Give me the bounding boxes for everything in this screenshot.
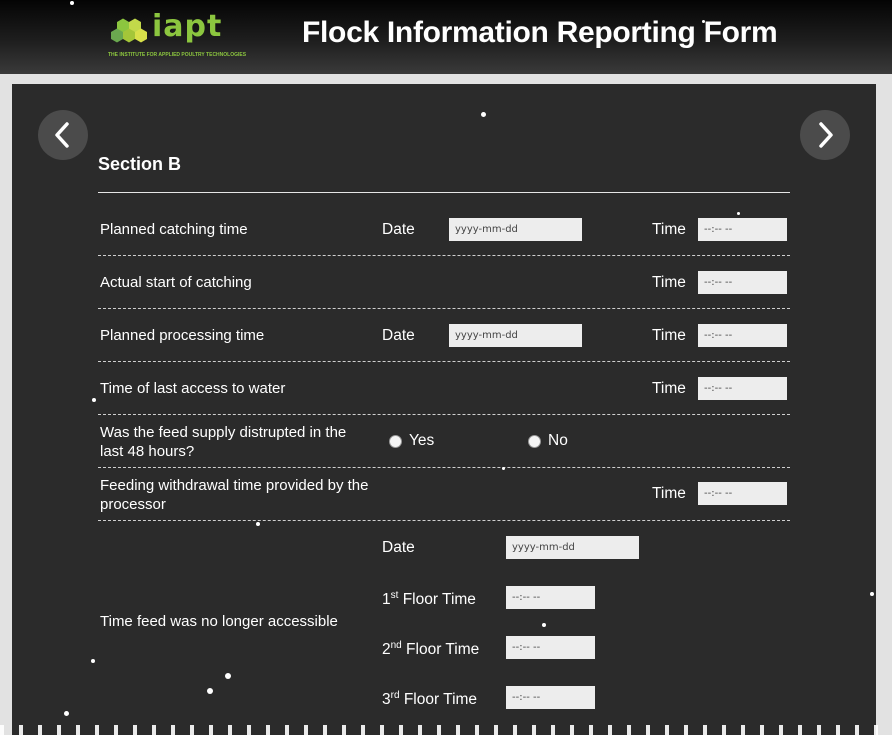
- chevron-left-icon: [55, 122, 69, 148]
- row-label: Planned catching time: [100, 221, 248, 238]
- floor-1-time-input[interactable]: [506, 586, 595, 609]
- next-section-button[interactable]: [800, 110, 850, 160]
- time-label: Time: [652, 221, 686, 238]
- water-access-time-input[interactable]: [698, 377, 787, 400]
- row-label: Planned processing time: [100, 327, 265, 344]
- time-label: Time: [652, 380, 686, 397]
- floor-3-time-label: 3rd Floor Time: [382, 689, 478, 708]
- form-row-feed-withdrawal: Feeding withdrawal time provided by the …: [98, 468, 790, 521]
- section-divider: [98, 192, 790, 193]
- form-panel: Section B Planned catching time Date Tim…: [12, 84, 876, 735]
- page-title: Flock Information Reporting Form: [302, 16, 778, 49]
- planned-processing-time-input[interactable]: [698, 324, 787, 347]
- snow-particle: [64, 711, 69, 716]
- page-header: iapt THE INSTITUTE FOR APPLIED POULTRY T…: [0, 0, 892, 74]
- row-label: Feeding withdrawal time provided by the …: [100, 477, 369, 513]
- snow-particle: [542, 623, 546, 627]
- snow-particle: [91, 659, 95, 663]
- date-label: Date: [382, 327, 415, 344]
- snow-particle: [502, 467, 505, 470]
- form-row-actual-catching: Actual start of catching Time: [98, 256, 790, 309]
- time-label: Time: [652, 327, 686, 344]
- row-label: Time of last access to water: [100, 380, 286, 397]
- previous-section-button[interactable]: [38, 110, 88, 160]
- snow-streak-band: [0, 725, 892, 735]
- actual-catching-time-input[interactable]: [698, 271, 787, 294]
- snow-particle: [481, 112, 486, 117]
- feed-disrupted-no-radio[interactable]: [528, 435, 541, 448]
- radio-label-yes: Yes: [409, 432, 435, 449]
- radio-label-no: No: [548, 432, 568, 449]
- snow-particle: [225, 673, 231, 679]
- snow-particle: [737, 212, 740, 215]
- hexagon-cluster-icon: [111, 18, 147, 43]
- planned-processing-date-input[interactable]: [449, 324, 582, 347]
- feed-withdrawal-time-input[interactable]: [698, 482, 787, 505]
- section-title: Section B: [98, 154, 182, 174]
- time-label: Time: [652, 485, 686, 502]
- snow-particle: [207, 688, 213, 694]
- iapt-logo: iapt THE INSTITUTE FOR APPLIED POULTRY T…: [106, 9, 276, 59]
- snow-particle: [70, 1, 74, 5]
- floor-2-time-input[interactable]: [506, 636, 595, 659]
- planned-catching-date-input[interactable]: [449, 218, 582, 241]
- time-label: Time: [652, 274, 686, 291]
- snow-particle: [256, 522, 260, 526]
- logo-tagline: THE INSTITUTE FOR APPLIED POULTRY TECHNO…: [108, 52, 247, 58]
- floor-2-time-label: 2nd Floor Time: [382, 639, 480, 658]
- row-label: Time feed was no longer accessible: [100, 613, 338, 630]
- form-row-feed-disruption: Was the feed supply distrupted in the la…: [98, 415, 790, 468]
- date-label: Date: [382, 221, 415, 238]
- snow-particle: [702, 20, 705, 23]
- logo-wordmark: iapt: [152, 9, 223, 44]
- snow-particle: [92, 398, 96, 402]
- chevron-right-icon: [819, 122, 833, 148]
- row-label: Actual start of catching: [100, 274, 252, 291]
- form-row-planned-catching: Planned catching time Date Time: [98, 204, 790, 256]
- form-row-feed-inaccessible: Time feed was no longer accessible Date …: [98, 521, 790, 735]
- date-label: Date: [382, 539, 415, 556]
- planned-catching-time-input[interactable]: [698, 218, 787, 241]
- form-row-water-access: Time of last access to water Time: [98, 362, 790, 415]
- floor-3-time-input[interactable]: [506, 686, 595, 709]
- snow-particle: [870, 592, 874, 596]
- row-label: Was the feed supply distrupted in the la…: [100, 424, 347, 460]
- floor-1-time-label: 1st Floor Time: [382, 589, 476, 608]
- feed-disrupted-yes-radio[interactable]: [389, 435, 402, 448]
- feed-inaccessible-date-input[interactable]: [506, 536, 639, 559]
- form-row-planned-processing: Planned processing time Date Time: [98, 309, 790, 362]
